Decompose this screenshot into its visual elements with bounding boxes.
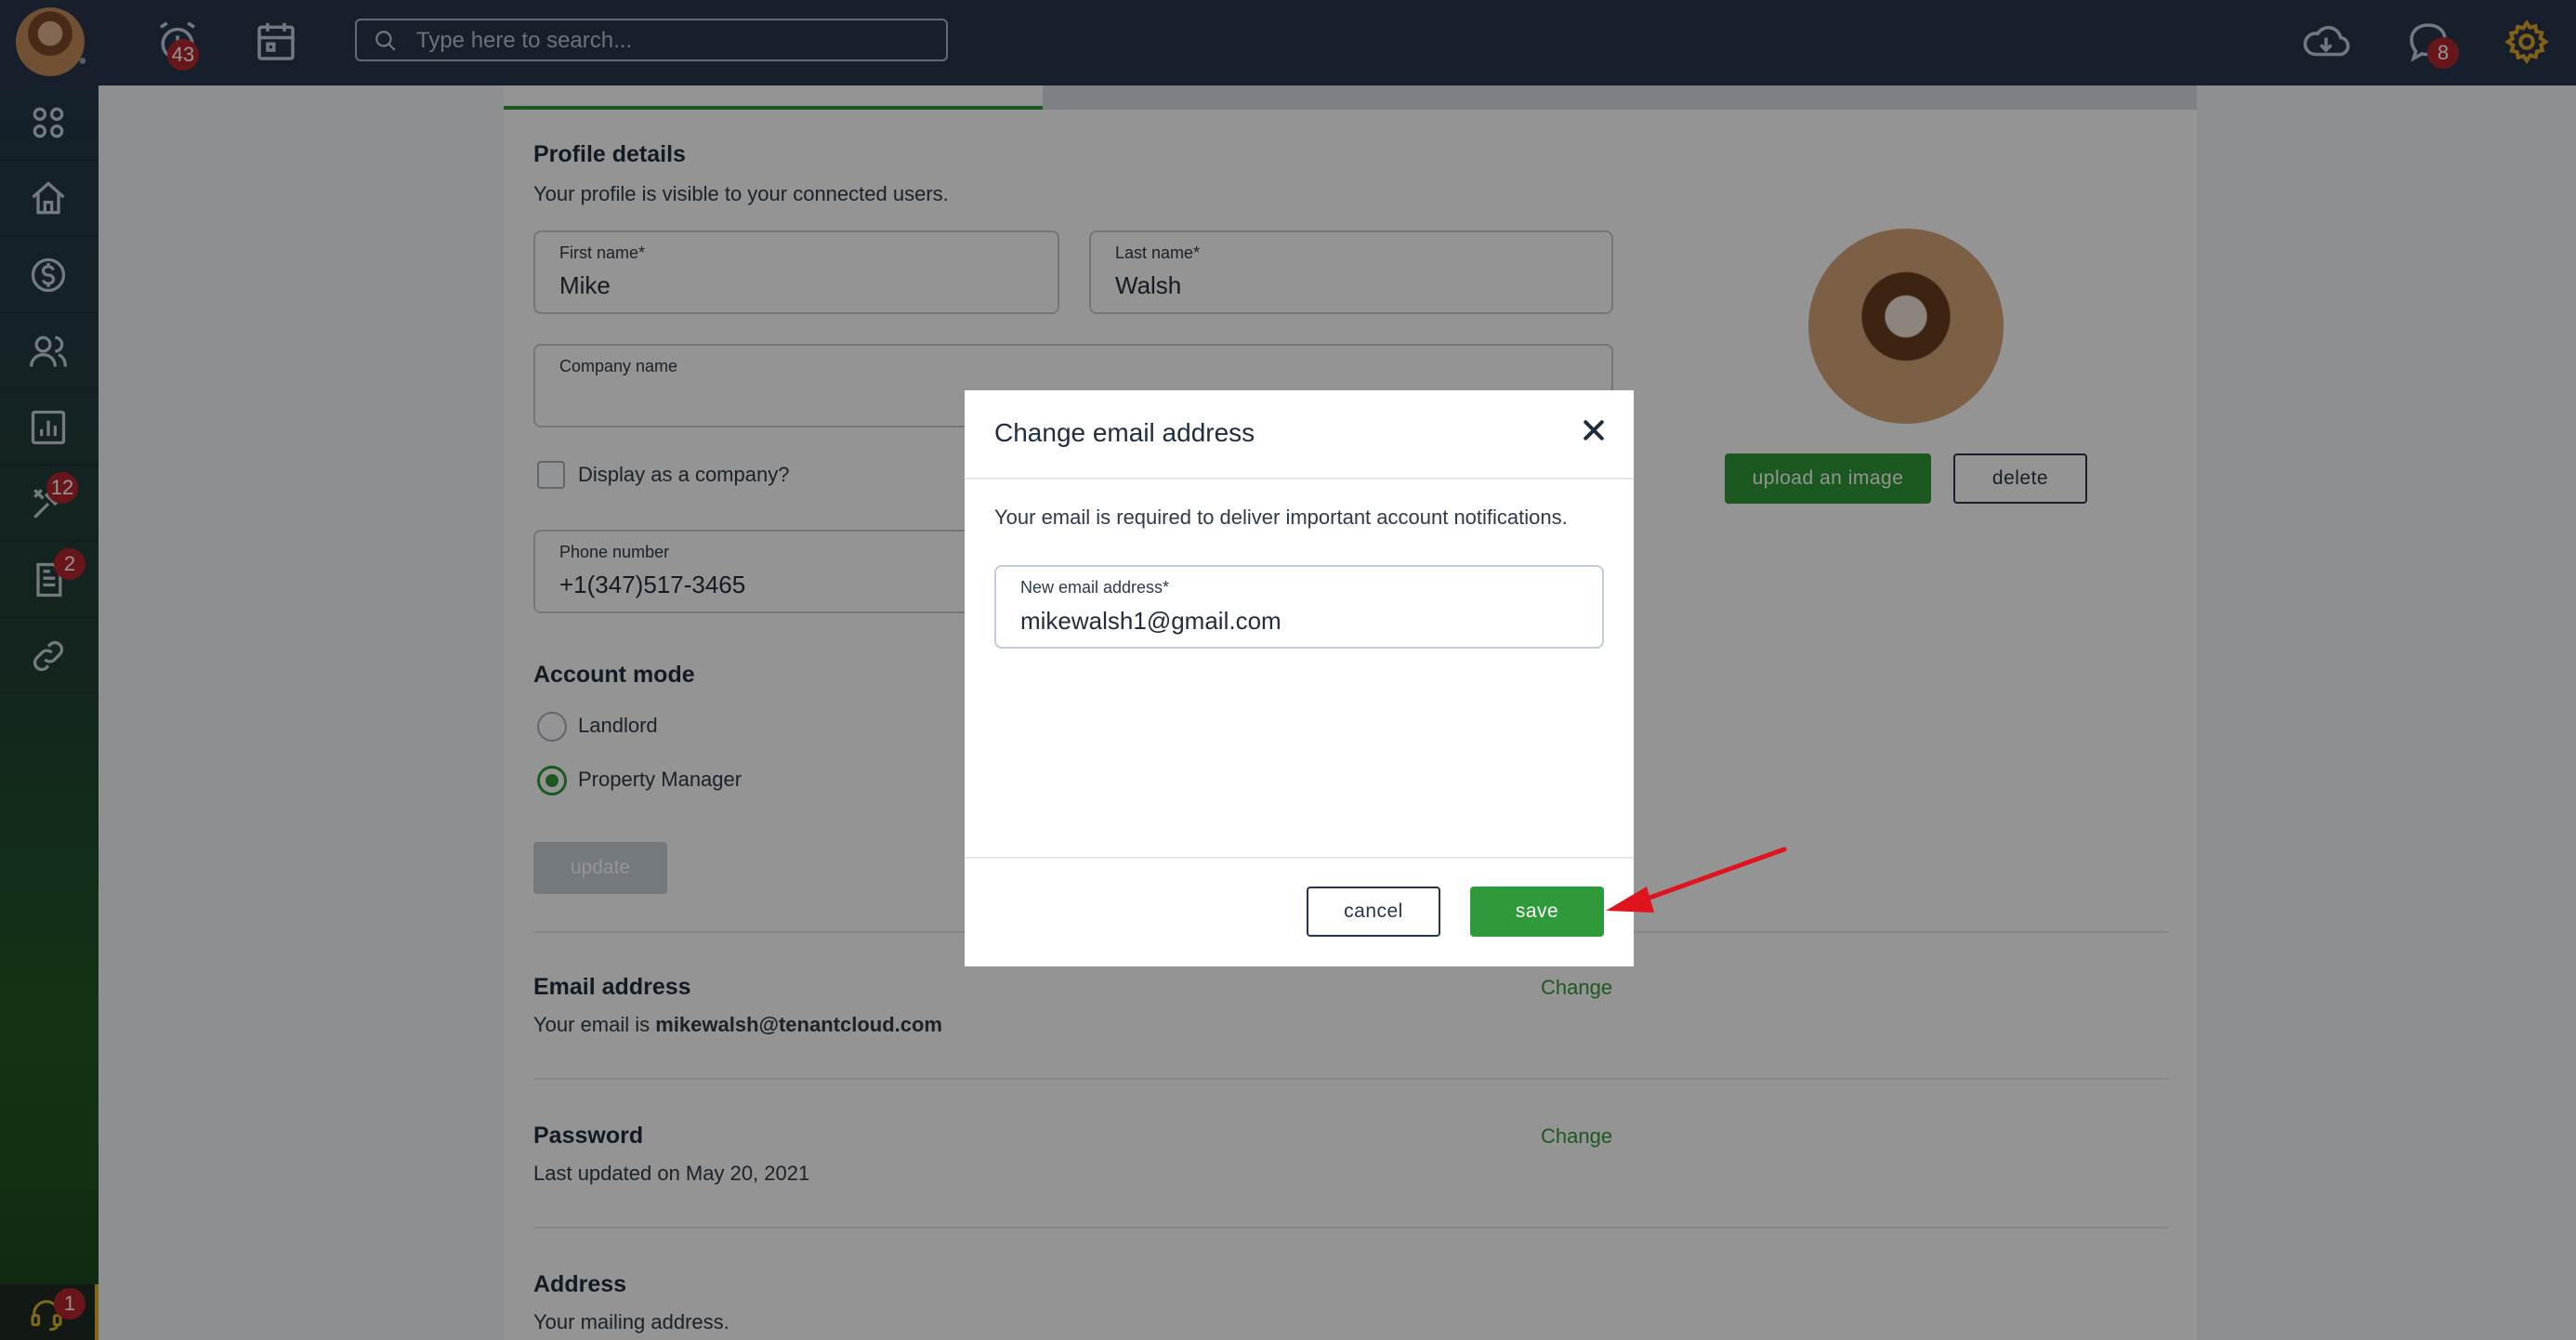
modal-description: Your email is required to deliver import… [994, 506, 1568, 529]
new-email-input[interactable] [1020, 604, 1578, 637]
new-email-label: New email address* [1020, 578, 1170, 597]
modal-footer-divider [965, 857, 1634, 859]
modal-title: Change email address [994, 418, 1255, 447]
annotation-arrow-icon [1606, 847, 1787, 913]
close-button[interactable] [1580, 416, 1608, 444]
modal-header: Change email address [965, 390, 1634, 480]
close-icon [1584, 420, 1604, 440]
new-email-field[interactable]: New email address* [994, 565, 1604, 649]
change-email-modal: Change email address Your email is requi… [965, 390, 1634, 966]
save-button[interactable]: save [1470, 887, 1604, 937]
cancel-button[interactable]: cancel [1307, 887, 1440, 937]
